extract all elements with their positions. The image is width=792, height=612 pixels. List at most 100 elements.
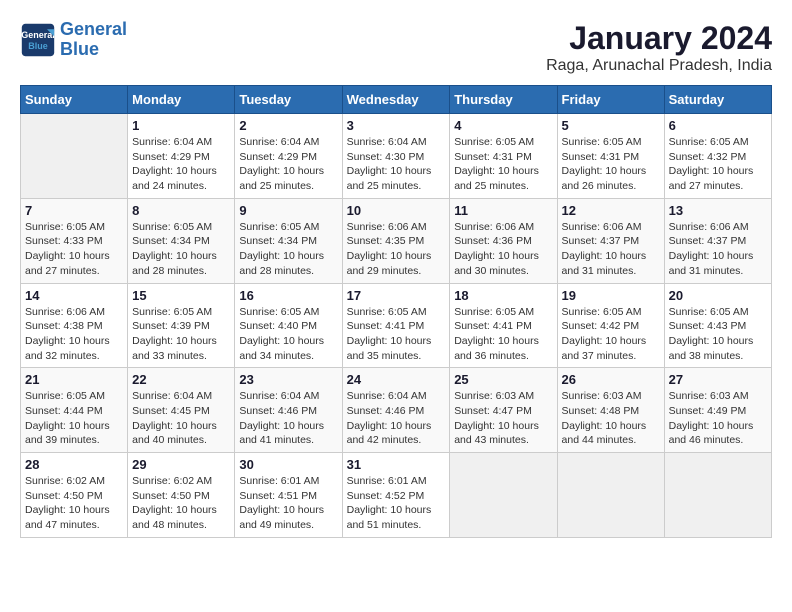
calendar-cell: 1Sunrise: 6:04 AMSunset: 4:29 PMDaylight…: [128, 114, 235, 199]
day-number: 2: [239, 118, 337, 133]
calendar-cell: 4 Sunrise: 6:05 AMSunset: 4:31 PMDaylight…: [450, 114, 557, 199]
calendar-cell: 29 Sunrise: 6:02 AMSunset: 4:50 PMDayligh…: [128, 453, 235, 538]
page-title: January 2024: [546, 20, 772, 57]
calendar-cell: 27 Sunrise: 6:03 AMSunset: 4:49 PMDayligh…: [664, 368, 771, 453]
calendar-cell: [557, 453, 664, 538]
day-number: 1: [132, 118, 230, 133]
day-info: Sunrise: 6:05 AMSunset: 4:34 PMDaylight:…: [239, 220, 337, 279]
day-info: Sunrise: 6:06 AMSunset: 4:36 PMDaylight:…: [454, 220, 552, 279]
calendar-cell: 21 Sunrise: 6:05 AMSunset: 4:44 PMDayligh…: [21, 368, 128, 453]
day-info: Sunrise: 6:05 AMSunset: 4:32 PMDaylight:…: [669, 135, 767, 194]
title-area: January 2024 Raga, Arunachal Pradesh, In…: [546, 20, 772, 75]
day-number: 25: [454, 372, 552, 387]
calendar-week-4: 21 Sunrise: 6:05 AMSunset: 4:44 PMDayligh…: [21, 368, 772, 453]
calendar-cell: 26Sunrise: 6:03 AMSunset: 4:48 PMDayligh…: [557, 368, 664, 453]
calendar-cell: 25Sunrise: 6:03 AMSunset: 4:47 PMDayligh…: [450, 368, 557, 453]
day-number: 30: [239, 457, 337, 472]
calendar-cell: 14 Sunrise: 6:06 AMSunset: 4:38 PMDayligh…: [21, 283, 128, 368]
day-info: Sunrise: 6:05 AMSunset: 4:41 PMDaylight:…: [454, 305, 552, 364]
day-info: Sunrise: 6:01 AMSunset: 4:52 PMDaylight:…: [347, 474, 446, 533]
day-number: 5: [562, 118, 660, 133]
day-number: 26: [562, 372, 660, 387]
day-number: 18: [454, 288, 552, 303]
day-number: 24: [347, 372, 446, 387]
day-number: 14: [25, 288, 123, 303]
calendar-cell: 23Sunrise: 6:04 AMSunset: 4:46 PMDayligh…: [235, 368, 342, 453]
calendar-cell: 28 Sunrise: 6:02 AMSunset: 4:50 PMDayligh…: [21, 453, 128, 538]
day-info: Sunrise: 6:04 AMSunset: 4:45 PMDaylight:…: [132, 389, 230, 448]
day-number: 13: [669, 203, 767, 218]
calendar-week-1: 1 Sunrise: 6:04 AMSunset: 4:29 PMDaylight…: [21, 114, 772, 199]
day-info: Sunrise: 6:05 AMSunset: 4:42 PMDaylight:…: [562, 305, 660, 364]
column-header-thursday: Thursday: [450, 86, 557, 114]
day-info: Sunrise: 6:05 AMSunset: 4:39 PMDaylight:…: [132, 305, 230, 364]
calendar-header-row: SundayMondayTuesdayWednesdayThursdayFrid…: [21, 86, 772, 114]
page-header: General Blue General Blue January 2024 R…: [20, 20, 772, 75]
logo-text: General Blue: [60, 20, 127, 60]
day-number: 12: [562, 203, 660, 218]
column-header-sunday: Sunday: [21, 86, 128, 114]
calendar-cell: 31 Sunrise: 6:01 AMSunset: 4:52 PMDayligh…: [342, 453, 450, 538]
day-info: Sunrise: 6:01 AMSunset: 4:51 PMDaylight:…: [239, 474, 337, 533]
calendar-cell: 22Sunrise: 6:04 AMSunset: 4:45 PMDayligh…: [128, 368, 235, 453]
calendar-week-5: 28 Sunrise: 6:02 AMSunset: 4:50 PMDayligh…: [21, 453, 772, 538]
calendar-cell: 13Sunrise: 6:06 AMSunset: 4:37 PMDayligh…: [664, 198, 771, 283]
day-info: Sunrise: 6:04 AMSunset: 4:29 PMDaylight:…: [239, 135, 337, 194]
calendar-cell: 15 Sunrise: 6:05 AMSunset: 4:39 PMDayligh…: [128, 283, 235, 368]
day-number: 27: [669, 372, 767, 387]
day-number: 19: [562, 288, 660, 303]
day-info: Sunrise: 6:05 AMSunset: 4:43 PMDaylight:…: [669, 305, 767, 364]
calendar-cell: 9Sunrise: 6:05 AMSunset: 4:34 PMDaylight…: [235, 198, 342, 283]
day-number: 10: [347, 203, 446, 218]
calendar-cell: 19 Sunrise: 6:05 AMSunset: 4:42 PMDayligh…: [557, 283, 664, 368]
day-number: 8: [132, 203, 230, 218]
day-number: 6: [669, 118, 767, 133]
day-info: Sunrise: 6:05 AMSunset: 4:31 PMDaylight:…: [562, 135, 660, 194]
day-number: 20: [669, 288, 767, 303]
day-number: 29: [132, 457, 230, 472]
day-number: 21: [25, 372, 123, 387]
day-info: Sunrise: 6:05 AMSunset: 4:41 PMDaylight:…: [347, 305, 446, 364]
calendar-cell: 2 Sunrise: 6:04 AMSunset: 4:29 PMDaylight…: [235, 114, 342, 199]
calendar-cell: 16Sunrise: 6:05 AMSunset: 4:40 PMDayligh…: [235, 283, 342, 368]
calendar-cell: 11 Sunrise: 6:06 AMSunset: 4:36 PMDayligh…: [450, 198, 557, 283]
column-header-saturday: Saturday: [664, 86, 771, 114]
calendar-cell: 7 Sunrise: 6:05 AMSunset: 4:33 PMDaylight…: [21, 198, 128, 283]
day-number: 3: [347, 118, 446, 133]
day-info: Sunrise: 6:05 AMSunset: 4:34 PMDaylight:…: [132, 220, 230, 279]
day-info: Sunrise: 6:06 AMSunset: 4:38 PMDaylight:…: [25, 305, 123, 364]
calendar-cell: 12 Sunrise: 6:06 AMSunset: 4:37 PMDayligh…: [557, 198, 664, 283]
day-number: 16: [239, 288, 337, 303]
calendar-cell: 8 Sunrise: 6:05 AMSunset: 4:34 PMDaylight…: [128, 198, 235, 283]
day-info: Sunrise: 6:05 AMSunset: 4:44 PMDaylight:…: [25, 389, 123, 448]
column-header-friday: Friday: [557, 86, 664, 114]
calendar-cell: [21, 114, 128, 199]
day-number: 31: [347, 457, 446, 472]
day-info: Sunrise: 6:02 AMSunset: 4:50 PMDaylight:…: [132, 474, 230, 533]
day-info: Sunrise: 6:06 AMSunset: 4:37 PMDaylight:…: [562, 220, 660, 279]
calendar-table: SundayMondayTuesdayWednesdayThursdayFrid…: [20, 85, 772, 538]
column-header-tuesday: Tuesday: [235, 86, 342, 114]
calendar-cell: 17 Sunrise: 6:05 AMSunset: 4:41 PMDayligh…: [342, 283, 450, 368]
day-number: 28: [25, 457, 123, 472]
day-info: Sunrise: 6:02 AMSunset: 4:50 PMDaylight:…: [25, 474, 123, 533]
day-number: 17: [347, 288, 446, 303]
column-header-wednesday: Wednesday: [342, 86, 450, 114]
day-info: Sunrise: 6:03 AMSunset: 4:49 PMDaylight:…: [669, 389, 767, 448]
calendar-cell: [450, 453, 557, 538]
day-number: 11: [454, 203, 552, 218]
day-info: Sunrise: 6:05 AMSunset: 4:33 PMDaylight:…: [25, 220, 123, 279]
day-number: 4: [454, 118, 552, 133]
day-info: Sunrise: 6:04 AMSunset: 4:46 PMDaylight:…: [347, 389, 446, 448]
day-number: 23: [239, 372, 337, 387]
calendar-cell: 30 Sunrise: 6:01 AMSunset: 4:51 PMDayligh…: [235, 453, 342, 538]
calendar-cell: 3 Sunrise: 6:04 AMSunset: 4:30 PMDaylight…: [342, 114, 450, 199]
day-info: Sunrise: 6:05 AMSunset: 4:31 PMDaylight:…: [454, 135, 552, 194]
calendar-cell: 18 Sunrise: 6:05 AMSunset: 4:41 PMDayligh…: [450, 283, 557, 368]
calendar-cell: 10Sunrise: 6:06 AMSunset: 4:35 PMDayligh…: [342, 198, 450, 283]
calendar-week-2: 7 Sunrise: 6:05 AMSunset: 4:33 PMDaylight…: [21, 198, 772, 283]
day-number: 7: [25, 203, 123, 218]
day-number: 15: [132, 288, 230, 303]
logo-icon: General Blue: [20, 22, 56, 58]
day-info: Sunrise: 6:04 AMSunset: 4:30 PMDaylight:…: [347, 135, 446, 194]
